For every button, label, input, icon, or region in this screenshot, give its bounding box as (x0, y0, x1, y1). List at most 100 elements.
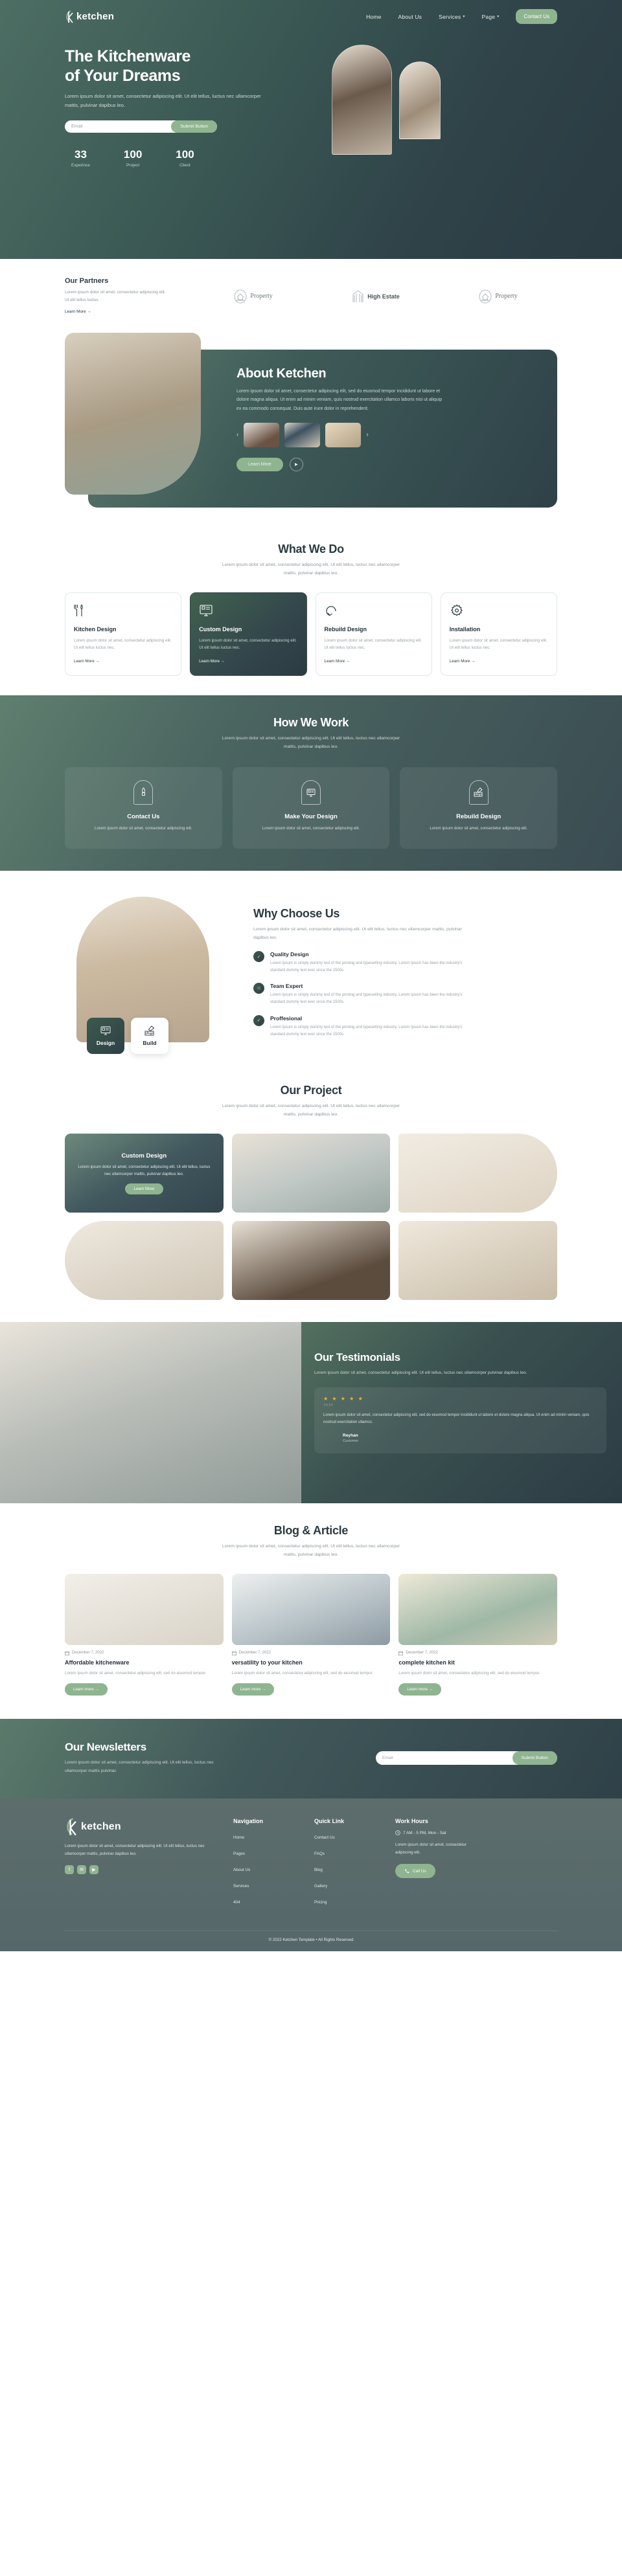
footer-work-hours-desc: Lorem ipsum dolor sit amet, consectetur … (395, 1842, 467, 1855)
project-image[interactable] (231, 1134, 391, 1213)
nav-item-page[interactable]: Page ▾ (482, 14, 500, 20)
blog-learn-more-button[interactable]: Learn more → (231, 1683, 275, 1696)
project-text: Lorem ipsum dolor sit amet, consectetur … (78, 1164, 211, 1176)
newsletter-submit-button[interactable]: Submit Button (512, 1751, 557, 1765)
footer-brand-text: Lorem ipsum dolor sit amet, consectetur … (65, 1844, 205, 1857)
carousel-thumb[interactable] (284, 422, 321, 447)
blog-thumbnail (398, 1573, 558, 1645)
brand-name: ketchen (76, 11, 115, 22)
service-card-link[interactable]: Learn More → (199, 659, 225, 664)
service-card-installation[interactable]: Installation Lorem ipsum dolor sit amet,… (440, 592, 557, 677)
footer-logo[interactable]: ketchen (65, 1818, 214, 1836)
hero-email-input[interactable] (71, 124, 172, 129)
footer-work-hours-column: Work Hours 7 AM - 5 PM, Mon - Sat Lorem … (395, 1818, 476, 1911)
blog-date-text: December 7, 2022 (406, 1651, 438, 1655)
footer-navigation-column: Navigation Home Pages About Us Services … (233, 1818, 295, 1911)
testimonials-section: Our Testimonials Lorem ipsum dolor sit a… (0, 1322, 622, 1504)
nav-item-services[interactable]: Services ▾ (439, 14, 465, 20)
project-learn-more-button[interactable]: Learn More (124, 1183, 164, 1194)
how-we-work-title: How We Work (273, 716, 349, 730)
service-card-link[interactable]: Learn More → (325, 659, 351, 664)
call-us-button[interactable]: Call Us (395, 1864, 435, 1879)
service-card-rebuild-design[interactable]: Rebuild Design Lorem ipsum dolor sit ame… (315, 592, 432, 677)
contact-us-button[interactable]: Contact Us (516, 9, 557, 24)
service-card-title: Kitchen Design (74, 625, 117, 633)
why-choose-us-visual: Design Build (65, 897, 236, 1055)
project-card-featured[interactable]: Custom Design Lorem ipsum dolor sit amet… (65, 1134, 224, 1213)
work-steps: Contact Us Lorem ipsum dolor sit amet, c… (65, 767, 558, 849)
footer-link-contact-us[interactable]: Contact Us (314, 1835, 335, 1840)
footer-link-pricing[interactable]: Pricing (314, 1900, 327, 1905)
nav-item-home[interactable]: Home (366, 14, 381, 20)
footer-link-pages[interactable]: Pages (233, 1852, 245, 1856)
blog-card-3[interactable]: December 7, 2022 complete kitchen kit Lo… (398, 1573, 558, 1696)
newsletter-email-input[interactable] (382, 1756, 513, 1761)
monitor-design-icon (301, 779, 321, 805)
hero-title: The Kitchenware of Your Dreams (65, 47, 317, 85)
feature-quality-design: ✓ Quality Design Lorem Ipsum is simply d… (253, 951, 557, 974)
partner-logo-name: Property (250, 293, 273, 300)
how-we-work-inner: How We Work Lorem ipsum dolor sit amet, … (65, 716, 558, 849)
tab-build[interactable]: Build (131, 1018, 168, 1055)
service-card-custom-design[interactable]: Custom Design Lorem ipsum dolor sit amet… (190, 592, 307, 677)
youtube-icon[interactable]: ▶ (89, 1865, 98, 1875)
service-card-link[interactable]: Learn More → (450, 659, 476, 664)
newsletter-inner: Our Newsletters Lorem ipsum dolor sit am… (65, 1741, 557, 1775)
blog-card-text: Lorem ipsum dolor sit amet, consectetur … (231, 1670, 374, 1675)
footer-link-services[interactable]: Services (233, 1884, 249, 1888)
carousel-next-icon[interactable]: › (366, 431, 368, 438)
facebook-icon[interactable]: f (65, 1865, 74, 1875)
service-card-kitchen-design[interactable]: Kitchen Design Lorem ipsum dolor sit ame… (65, 592, 182, 677)
footer-link-faqs[interactable]: FAQs (314, 1852, 325, 1856)
footer-link-home[interactable]: Home (233, 1835, 244, 1840)
nav-item-about-us[interactable]: About Us (398, 14, 422, 20)
testimonials-image (0, 1322, 301, 1504)
footer-work-hours-text: 7 AM - 5 PM, Mon - Sat (403, 1830, 446, 1835)
blog-card-2[interactable]: December 7, 2022 versatility to your kit… (231, 1573, 391, 1696)
project-image[interactable] (65, 1221, 224, 1301)
blog-learn-more-button[interactable]: Learn more → (398, 1683, 441, 1696)
about-learn-more-button[interactable]: Learn More (236, 457, 283, 471)
trowel-brick-icon (468, 779, 489, 805)
newsletter-section: Our Newsletters Lorem ipsum dolor sit am… (0, 1719, 622, 1799)
why-choose-us-content: Why Choose Us Lorem ipsum dolor sit amet… (253, 897, 557, 1038)
hero-submit-button[interactable]: Submit Button (171, 120, 217, 133)
partner-logo-property-1: Property (234, 289, 273, 304)
work-step-title: Rebuild Design (456, 812, 501, 820)
blog-card-1[interactable]: December 7, 2022 Affordable kitchenware … (65, 1573, 224, 1696)
stat-label: Experince (71, 162, 90, 168)
brand-logo[interactable]: ketchen (65, 10, 114, 23)
footer-link-about-us[interactable]: About Us (233, 1868, 250, 1872)
carousel-prev-icon[interactable]: ‹ (236, 431, 238, 438)
testimonials-subtitle: Lorem ipsum dolor sit amet, consectetur … (314, 1371, 527, 1376)
hero-paragraph: Lorem ipsum dolor sit amet, consectetur … (65, 93, 261, 108)
how-we-work-header: How We Work Lorem ipsum dolor sit amet, … (65, 716, 557, 752)
project-image[interactable] (398, 1221, 557, 1301)
footer-link-404[interactable]: 404 (233, 1900, 240, 1905)
carousel-thumb[interactable] (244, 422, 280, 447)
project-image[interactable] (398, 1134, 557, 1213)
footer-link-gallery[interactable]: Gallery (314, 1884, 327, 1888)
k-mark-icon (65, 1818, 80, 1836)
twitter-icon[interactable]: ✉ (77, 1865, 86, 1875)
partners-learn-more-link[interactable]: Learn More → (65, 309, 91, 314)
our-project-section: Our Project Lorem ipsum dolor sit amet, … (65, 1064, 557, 1322)
work-step-contact-us: Contact Us Lorem ipsum dolor sit amet, c… (65, 767, 222, 849)
team-icon: ☉ (253, 983, 264, 994)
testimonial-card: ★ ★ ★ ★ ★ ”” Lorem ipsum dolor sit amet,… (314, 1387, 606, 1454)
blog-learn-more-button[interactable]: Learn more → (65, 1683, 108, 1696)
how-we-work-subtitle: Lorem ipsum dolor sit amet, consectetur … (222, 736, 400, 749)
play-button-icon[interactable]: ▶ (289, 457, 303, 471)
house-crest-icon (479, 289, 492, 304)
phone-icon (405, 1869, 409, 1874)
project-image[interactable] (231, 1221, 391, 1301)
footer-quick-link-list: Contact Us FAQs Blog Gallery Pricing (314, 1830, 376, 1907)
why-choose-us-title: Why Choose Us (253, 907, 340, 921)
feature-body: Quality Design Lorem Ipsum is simply dum… (270, 951, 465, 974)
service-card-title: Installation (449, 625, 481, 633)
footer-link-blog[interactable]: Blog (314, 1868, 323, 1872)
service-card-link[interactable]: Learn More → (74, 659, 100, 664)
carousel-thumb[interactable] (325, 422, 362, 447)
tab-design[interactable]: Design (87, 1018, 124, 1055)
monitor-design-icon (199, 603, 297, 620)
